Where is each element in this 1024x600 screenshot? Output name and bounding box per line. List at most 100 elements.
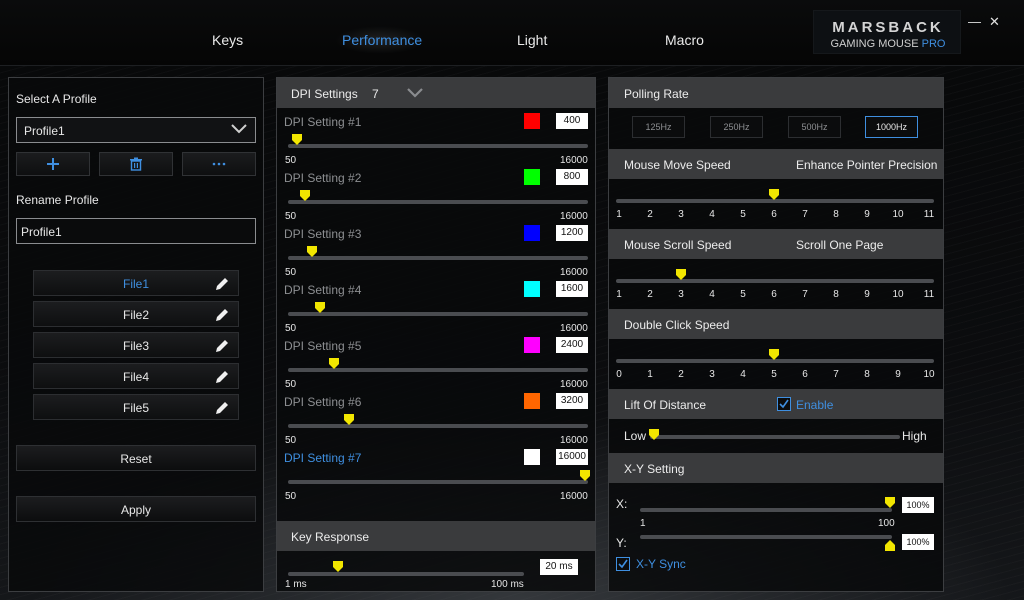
tick-label: 9 [895,369,901,380]
dpi-color-swatch[interactable] [524,393,540,409]
rename-profile-value: Profile1 [21,225,62,239]
dpi-value-box[interactable]: 3200 [556,393,588,409]
dpi-slider[interactable] [288,424,588,428]
dpi-slider[interactable] [288,200,588,204]
polling-500hz-button[interactable]: 500Hz [788,116,841,138]
rename-profile-input[interactable]: Profile1 [16,218,256,244]
key-response-header: Key Response [277,521,595,551]
x-max-label: 100 [878,518,895,529]
chevron-down-icon[interactable] [407,88,423,98]
dpi-color-swatch[interactable] [524,225,540,241]
dpi-slider-thumb[interactable] [344,414,354,426]
x-sensitivity-value[interactable]: 100% [902,497,934,513]
file-name: File1 [122,277,149,291]
dpi-setting-label-3[interactable]: DPI Setting #3 [284,227,361,241]
polling-125hz-button[interactable]: 125Hz [632,116,685,138]
lift-enable-checkbox[interactable] [777,397,791,411]
add-profile-button[interactable] [16,152,90,176]
tick-label: 9 [864,209,870,220]
dpi-slider-thumb[interactable] [307,246,317,258]
tick-label: 6 [802,369,808,380]
dpi-color-swatch[interactable] [524,337,540,353]
xy-sync-checkbox[interactable] [616,557,630,571]
polling-1000hz-button[interactable]: 1000Hz [865,116,918,138]
double-click-slider-thumb[interactable] [769,349,779,361]
xy-setting-title: X-Y Setting [624,462,685,476]
pencil-icon[interactable] [214,400,230,416]
tab-light[interactable]: Light [517,32,547,48]
dpi-slider-thumb[interactable] [580,470,590,482]
delete-profile-button[interactable] [99,152,173,176]
xy-sync-label[interactable]: X-Y Sync [636,557,686,571]
dpi-slider-thumb[interactable] [300,190,310,202]
dpi-setting-label-7[interactable]: DPI Setting #7 [284,451,361,465]
scroll-speed-header: Mouse Scroll Speed Scroll One Page [609,229,943,259]
pencil-icon[interactable] [214,369,230,385]
file-button-4[interactable]: File4 [33,363,239,389]
dpi-value-box[interactable]: 1200 [556,225,588,241]
x-sensitivity-slider-thumb[interactable] [885,497,895,509]
lift-distance-title: Lift Of Distance [624,398,707,412]
key-response-slider[interactable] [288,572,524,576]
y-sensitivity-slider[interactable] [640,535,892,539]
checkmark-icon [618,559,628,569]
tab-keys[interactable]: Keys [212,32,243,48]
scroll-one-page-label[interactable]: Scroll One Page [796,238,883,252]
file-button-3[interactable]: File3 [33,332,239,358]
lift-distance-slider[interactable] [650,435,900,439]
pencil-icon[interactable] [214,338,230,354]
enhance-precision-label[interactable]: Enhance Pointer Precision [796,158,937,172]
polling-250hz-button[interactable]: 250Hz [710,116,763,138]
tab-macro[interactable]: Macro [665,32,704,48]
dpi-slider[interactable] [288,480,588,484]
key-response-slider-thumb[interactable] [333,561,343,573]
close-button[interactable]: ✕ [989,14,1000,30]
tick-label: 4 [709,289,715,300]
reset-button[interactable]: Reset [16,445,256,471]
dpi-setting-label-2[interactable]: DPI Setting #2 [284,171,361,185]
dpi-value-box[interactable]: 800 [556,169,588,185]
tab-performance[interactable]: Performance [342,32,422,48]
dpi-value-box[interactable]: 1600 [556,281,588,297]
key-response-value[interactable]: 20 ms [540,559,578,575]
minimize-button[interactable]: — [968,14,981,29]
dpi-slider-thumb[interactable] [329,358,339,370]
pencil-icon[interactable] [214,276,230,292]
dpi-color-swatch[interactable] [524,449,540,465]
lift-distance-slider-thumb[interactable] [649,429,659,441]
dpi-setting-label-1[interactable]: DPI Setting #1 [284,115,361,129]
dpi-color-swatch[interactable] [524,169,540,185]
dpi-slider-thumb[interactable] [292,134,302,146]
file-button-2[interactable]: File2 [33,301,239,327]
pencil-icon[interactable] [214,307,230,323]
dpi-color-swatch[interactable] [524,281,540,297]
dpi-slider-thumb[interactable] [315,302,325,314]
scroll-speed-slider[interactable] [616,279,934,283]
dpi-setting-label-4[interactable]: DPI Setting #4 [284,283,361,297]
dpi-slider[interactable] [288,256,588,260]
y-sensitivity-value[interactable]: 100% [902,534,934,550]
dpi-value-box[interactable]: 2400 [556,337,588,353]
tick-label: 3 [678,289,684,300]
file-button-5[interactable]: File5 [33,394,239,420]
file-button-1[interactable]: File1 [33,270,239,296]
more-options-button[interactable] [182,152,256,176]
move-speed-slider-thumb[interactable] [769,189,779,201]
lift-enable-label[interactable]: Enable [796,398,833,412]
x-sensitivity-slider[interactable] [640,508,892,512]
brand-pro: PRO [921,38,946,50]
dpi-setting-label-6[interactable]: DPI Setting #6 [284,395,361,409]
scroll-speed-slider-thumb[interactable] [676,269,686,281]
dpi-value-box[interactable]: 16000 [556,449,588,465]
dpi-value-box[interactable]: 400 [556,113,588,129]
dpi-color-swatch[interactable] [524,113,540,129]
profile-dropdown[interactable]: Profile1 [16,117,256,143]
dpi-setting-label-5[interactable]: DPI Setting #5 [284,339,361,353]
checkmark-icon [779,399,789,409]
dpi-count[interactable]: 7 [372,87,379,101]
dpi-slider[interactable] [288,312,588,316]
lift-low-label: Low [624,429,647,443]
apply-button[interactable]: Apply [16,496,256,522]
dpi-slider[interactable] [288,144,588,148]
y-sensitivity-slider-thumb[interactable] [885,540,895,552]
